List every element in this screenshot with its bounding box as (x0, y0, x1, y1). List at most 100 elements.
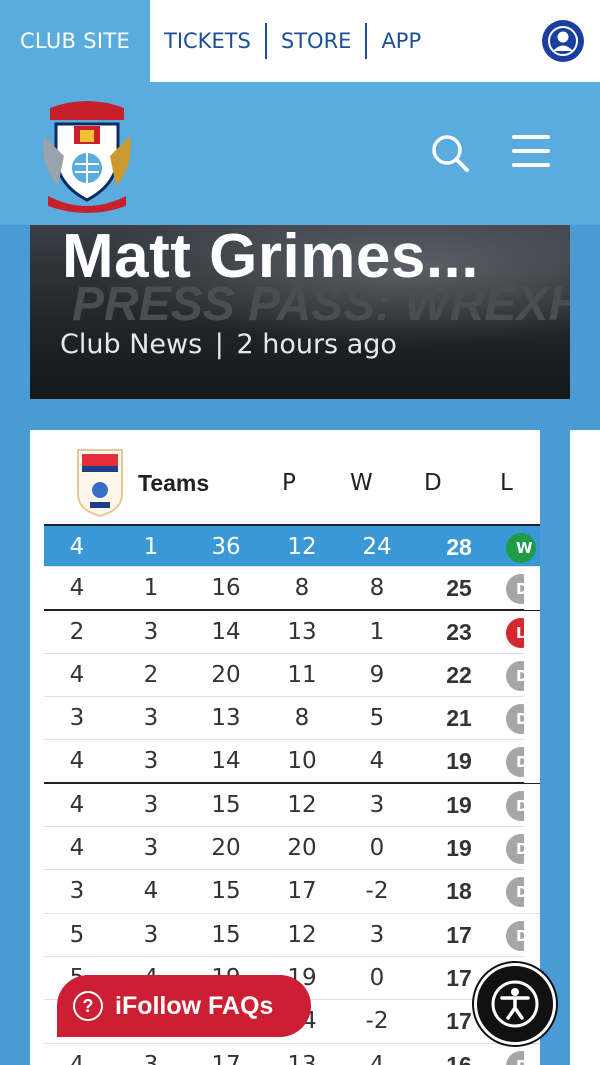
table-clip (524, 783, 540, 827)
header-drawn[interactable]: D (424, 470, 442, 496)
table-row[interactable]: 3 4 15 17 -2 18 D (44, 870, 540, 914)
table-cell: 0 (369, 964, 385, 991)
table-cell: 13 (287, 1051, 317, 1065)
nav-app[interactable]: APP (367, 23, 435, 59)
table-cell: 21 (446, 705, 472, 732)
table-cell: 16 (211, 575, 241, 602)
table-cell: 4 (69, 835, 85, 862)
table-cell: 15 (211, 878, 241, 905)
table-cell: 19 (446, 791, 472, 818)
accessibility-button[interactable] (474, 963, 556, 1045)
menu-bar (512, 163, 550, 167)
table-row[interactable]: 5 3 15 12 3 17 D (44, 913, 540, 957)
nav-store[interactable]: STORE (267, 23, 368, 59)
table-row[interactable]: 4 3 14 10 4 19 D (44, 740, 540, 784)
table-clip (524, 740, 540, 784)
adjacent-card (570, 430, 600, 1065)
table-cell: 1 (143, 575, 159, 602)
table-cell: 1 (369, 618, 385, 645)
table-cell: 20 (287, 835, 317, 862)
ifollow-faqs-button[interactable]: ? iFollow FAQs (57, 975, 311, 1037)
table-cell: 1 (143, 534, 159, 560)
table-cell: 5 (369, 705, 385, 732)
table-clip (524, 913, 540, 957)
news-separator: | (214, 329, 224, 360)
table-cell: -2 (365, 1008, 389, 1035)
table-cell: 22 (446, 661, 472, 688)
table-cell: 12 (287, 791, 317, 818)
nav-club-site[interactable]: CLUB SITE (0, 0, 150, 82)
club-crest-logo[interactable] (40, 96, 134, 214)
header-won[interactable]: W (350, 470, 373, 496)
table-row[interactable]: 4 1 16 8 8 25 D (44, 567, 540, 611)
table-header: Teams P W D L (30, 470, 540, 500)
table-clip (524, 567, 540, 611)
table-cell: 5 (69, 921, 85, 948)
table-cell: -2 (365, 878, 389, 905)
table-cell: 4 (69, 575, 85, 602)
table-row[interactable]: 431713416D (44, 1043, 540, 1065)
table-clip (524, 610, 540, 654)
header-teams[interactable]: Teams (138, 470, 209, 497)
table-cell: 20 (211, 835, 241, 862)
table-cell: 0 (369, 835, 385, 862)
table-cell: 3 (143, 748, 159, 775)
account-icon-glyph (548, 26, 578, 56)
table-cell: 17 (446, 921, 472, 948)
table-cell: 8 (294, 575, 310, 602)
table-cell: 3 (69, 705, 85, 732)
table-cell: 13 (211, 705, 241, 732)
question-mark-icon: ? (73, 991, 103, 1021)
header-played[interactable]: P (282, 470, 296, 496)
news-meta: Club News | 2 hours ago (60, 329, 397, 360)
search-icon[interactable] (430, 133, 470, 173)
table-cell: 2 (69, 618, 85, 645)
menu-bar (512, 135, 550, 139)
site-header (0, 82, 600, 225)
account-icon[interactable] (542, 20, 584, 62)
table-clip (524, 526, 540, 569)
hamburger-menu-icon[interactable] (512, 135, 550, 171)
table-row[interactable]: 4 3 20 20 0 19 D (44, 827, 540, 871)
table-cell: 4 (69, 534, 85, 560)
table-cell: 15 (211, 791, 241, 818)
table-clip (524, 827, 540, 871)
table-row[interactable]: 3 3 13 8 5 21 D (44, 697, 540, 741)
table-cell: 36 (211, 534, 241, 560)
table-row[interactable]: 4 2 20 11 9 22 D (44, 653, 540, 698)
table-cell: 4 (369, 1051, 385, 1065)
table-cell: 20 (211, 661, 241, 688)
table-clip (524, 697, 540, 741)
news-time: 2 hours ago (236, 329, 397, 360)
table-row[interactable]: 2 3 14 13 1 23 L (44, 610, 540, 654)
table-cell: 4 (69, 1051, 85, 1065)
table-row[interactable]: 4 3 15 12 3 19 D (44, 783, 540, 828)
table-cell: 17 (211, 1051, 241, 1065)
table-cell: 14 (211, 748, 241, 775)
top-navigation: CLUB SITE TICKETS STORE APP (0, 0, 600, 82)
table-cell: 4 (69, 748, 85, 775)
table-cell: 2 (143, 661, 159, 688)
table-cell: 3 (143, 1051, 159, 1065)
table-cell: 19 (446, 835, 472, 862)
table-row[interactable]: 4 1 36 12 24 28 W (44, 524, 540, 569)
table-cell: 4 (69, 791, 85, 818)
table-cell: 14 (211, 618, 241, 645)
table-cell: 25 (446, 575, 472, 602)
table-cell: 3 (143, 791, 159, 818)
table-cell: 3 (143, 705, 159, 732)
table-cell: 28 (446, 534, 472, 560)
news-card[interactable]: Matt Grimes... PRESS PASS: WREXHAM Club … (30, 225, 570, 399)
table-cell: 17 (287, 878, 317, 905)
table-cell: 4 (143, 878, 159, 905)
table-cell: 24 (362, 534, 392, 560)
ifollow-faqs-label: iFollow FAQs (115, 991, 274, 1020)
header-lost[interactable]: L (500, 470, 513, 496)
nav-tickets[interactable]: TICKETS (150, 23, 267, 59)
table-cell: 4 (369, 748, 385, 775)
table-cell: 3 (143, 921, 159, 948)
table-cell: 8 (369, 575, 385, 602)
accessibility-icon (491, 980, 539, 1028)
table-cell: 18 (446, 878, 472, 905)
table-cell: 19 (446, 748, 472, 775)
